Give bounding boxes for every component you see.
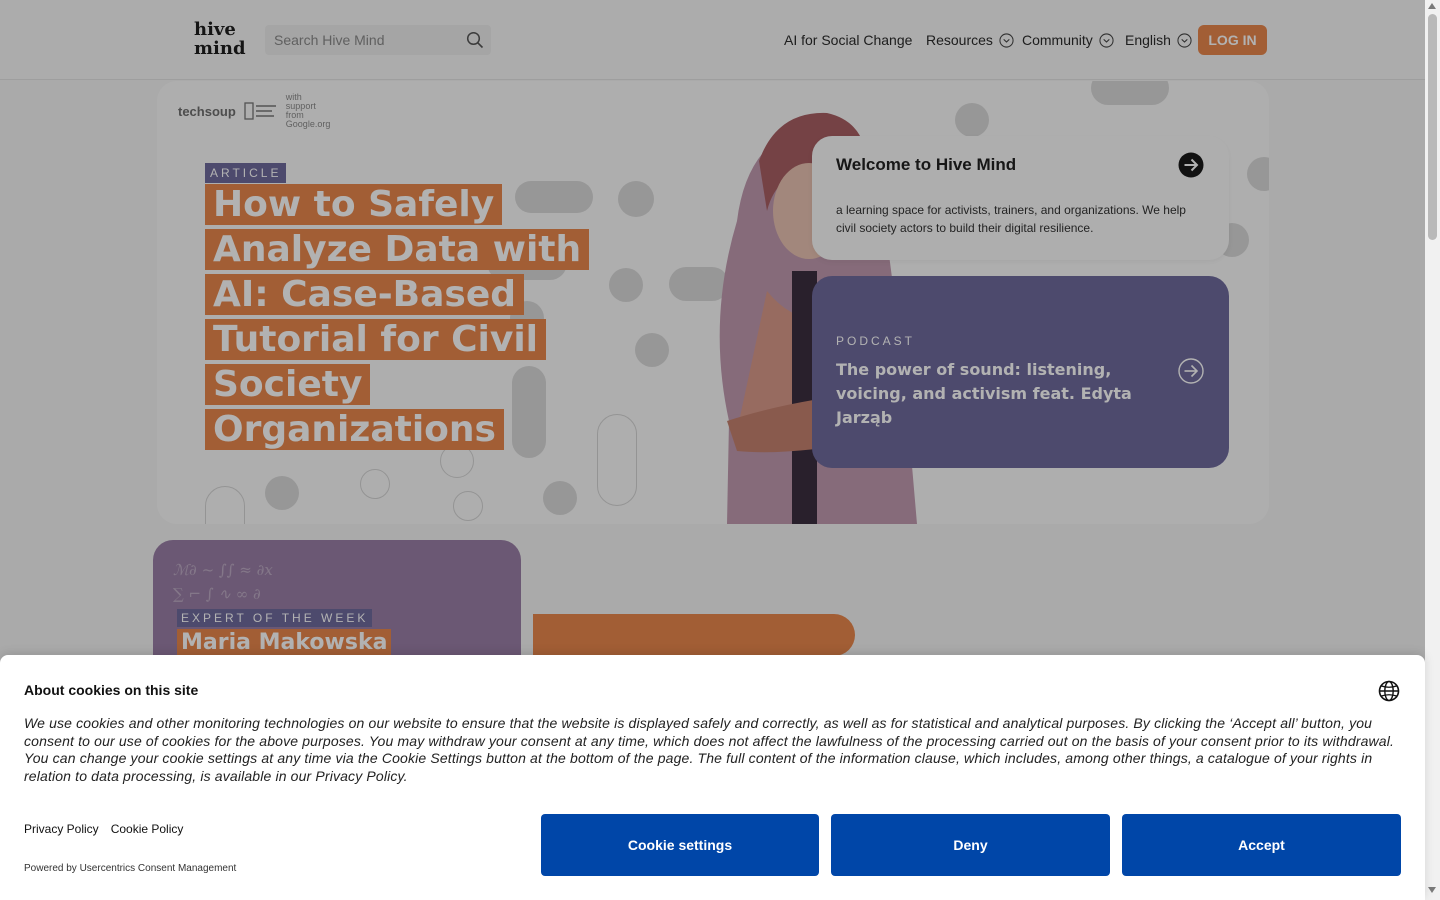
- deny-button[interactable]: Deny: [831, 814, 1110, 876]
- accept-button[interactable]: Accept: [1122, 814, 1401, 876]
- privacy-policy-link[interactable]: Privacy Policy: [24, 822, 99, 836]
- cookie-policy-link[interactable]: Cookie Policy: [111, 822, 184, 836]
- scroll-up-arrow[interactable]: [1428, 3, 1436, 9]
- cookie-description: We use cookies and other monitoring tech…: [24, 715, 1395, 784]
- cookie-links: Privacy Policy Cookie Policy: [24, 822, 183, 836]
- scroll-down-arrow[interactable]: [1428, 887, 1436, 893]
- scroll-thumb[interactable]: [1428, 14, 1437, 240]
- powered-by-text: Powered by Usercentrics Consent Manageme…: [24, 863, 237, 874]
- cookie-settings-button[interactable]: Cookie settings: [541, 814, 819, 876]
- page-scrollbar[interactable]: [1425, 0, 1440, 900]
- globe-icon[interactable]: [1378, 680, 1400, 702]
- cookie-consent-banner: About cookies on this site We use cookie…: [0, 655, 1425, 900]
- cookie-title: About cookies on this site: [24, 682, 199, 698]
